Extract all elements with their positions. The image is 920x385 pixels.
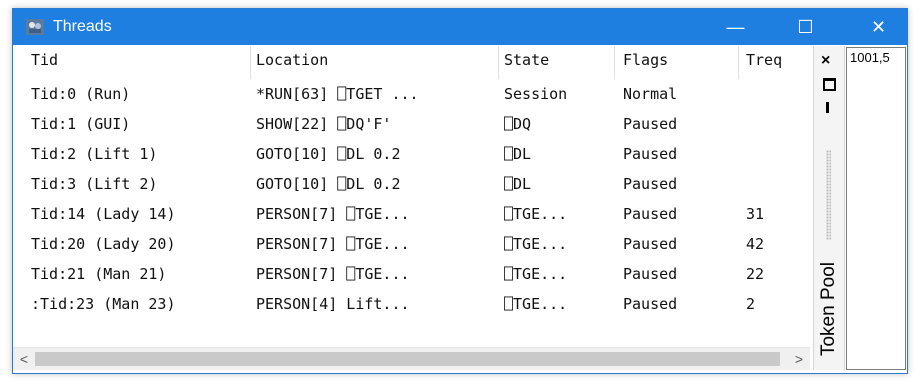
scroll-right-icon[interactable]: >	[788, 348, 810, 370]
table-row[interactable]: :Tid:23 (Man 23) PERSON[4] Lift... ⎕TGE.…	[13, 290, 810, 318]
cell-state: ⎕TGE...	[504, 205, 568, 223]
cell-treq: 22	[746, 265, 765, 283]
maximize-button[interactable]: ☐	[783, 9, 828, 45]
column-divider[interactable]	[738, 46, 739, 79]
cell-state: ⎕DL	[504, 145, 532, 163]
cell-treq: 2	[746, 295, 756, 313]
table-row[interactable]: Tid:0 (Run) *RUN[63] ⎕TGET ... Session N…	[13, 80, 810, 108]
table-row[interactable]: Tid:14 (Lady 14) PERSON[7] ⎕TGE... ⎕TGE.…	[13, 200, 810, 228]
cell-tid: Tid:0 (Run)	[31, 85, 131, 103]
token-pool-value: 1001,5	[850, 50, 890, 65]
cell-flags: Paused	[623, 295, 678, 313]
cell-location: SHOW[22] ⎕DQ'F'	[256, 115, 392, 133]
panel-maximize-icon[interactable]	[823, 78, 836, 91]
threads-app-icon	[26, 19, 44, 35]
cell-treq: 31	[746, 205, 765, 223]
cell-location: PERSON[7] ⎕TGE...	[256, 235, 410, 253]
token-pool-label: Token Pool	[818, 261, 839, 356]
panel-close-icon[interactable]: ×	[821, 52, 830, 70]
close-button[interactable]: ✕	[856, 9, 901, 45]
column-header-state[interactable]: State	[504, 46, 609, 74]
threads-window: Threads — ☐ ✕ Tid Location State Flags T…	[12, 8, 908, 374]
cell-flags: Paused	[623, 115, 678, 133]
cell-flags: Normal	[623, 85, 678, 103]
table-row[interactable]: Tid:20 (Lady 20) PERSON[7] ⎕TGE... ⎕TGE.…	[13, 230, 810, 258]
scrollbar-thumb[interactable]	[35, 352, 780, 366]
cell-tid: :Tid:23 (Man 23)	[31, 295, 176, 313]
minimize-button[interactable]: —	[713, 9, 758, 45]
cell-state: ⎕TGE...	[504, 235, 568, 253]
cell-location: GOTO[10] ⎕DL 0.2	[256, 175, 401, 193]
table-row[interactable]: Tid:21 (Man 21) PERSON[7] ⎕TGE... ⎕TGE..…	[13, 260, 810, 288]
threads-grid[interactable]: Tid Location State Flags Treq Tid:0 (Run…	[13, 46, 810, 346]
token-pool-panel: × Token Pool	[813, 46, 845, 370]
cell-tid: Tid:20 (Lady 20)	[31, 235, 176, 253]
cell-tid: Tid:14 (Lady 14)	[31, 205, 176, 223]
column-divider[interactable]	[250, 46, 251, 79]
cell-flags: Paused	[623, 145, 678, 163]
cell-location: GOTO[10] ⎕DL 0.2	[256, 145, 401, 163]
cell-tid: Tid:1 (GUI)	[31, 115, 131, 133]
header-row: Tid Location State Flags Treq	[13, 46, 810, 79]
cell-treq: 42	[746, 235, 765, 253]
cell-state: Session	[504, 85, 568, 103]
cell-state: ⎕TGE...	[504, 295, 568, 313]
cell-location: PERSON[7] ⎕TGE...	[256, 265, 410, 283]
cell-tid: Tid:3 (Lift 2)	[31, 175, 158, 193]
column-divider[interactable]	[614, 46, 615, 79]
column-header-treq[interactable]: Treq	[746, 46, 810, 74]
column-divider[interactable]	[498, 46, 499, 79]
cell-location: *RUN[63] ⎕TGET ...	[256, 85, 419, 103]
cell-state: ⎕DQ	[504, 115, 532, 133]
column-header-location[interactable]: Location	[256, 46, 496, 74]
token-pool-field[interactable]: 1001,5	[846, 47, 906, 370]
cell-flags: Paused	[623, 175, 678, 193]
cell-flags: Paused	[623, 205, 678, 223]
panel-minimize-icon[interactable]	[826, 102, 829, 113]
cell-location: PERSON[4] Lift...	[256, 295, 410, 313]
title-bar[interactable]: Threads — ☐ ✕	[13, 9, 907, 45]
table-row[interactable]: Tid:3 (Lift 2) GOTO[10] ⎕DL 0.2 ⎕DL Paus…	[13, 170, 810, 198]
table-row[interactable]: Tid:2 (Lift 1) GOTO[10] ⎕DL 0.2 ⎕DL Paus…	[13, 140, 810, 168]
table-row[interactable]: Tid:1 (GUI) SHOW[22] ⎕DQ'F' ⎕DQ Paused	[13, 110, 810, 138]
horizontal-scrollbar[interactable]: < >	[13, 347, 810, 370]
cell-tid: Tid:2 (Lift 1)	[31, 145, 158, 163]
cell-tid: Tid:21 (Man 21)	[31, 265, 167, 283]
column-header-tid[interactable]: Tid	[31, 46, 253, 74]
cell-flags: Paused	[623, 235, 678, 253]
window-title: Threads	[53, 18, 112, 35]
cell-flags: Paused	[623, 265, 678, 283]
cell-location: PERSON[7] ⎕TGE...	[256, 205, 410, 223]
scroll-left-icon[interactable]: <	[13, 348, 35, 370]
cell-state: ⎕TGE...	[504, 265, 568, 283]
column-header-flags[interactable]: Flags	[623, 46, 735, 74]
cell-state: ⎕DL	[504, 175, 532, 193]
drag-grip-icon[interactable]	[826, 150, 831, 240]
